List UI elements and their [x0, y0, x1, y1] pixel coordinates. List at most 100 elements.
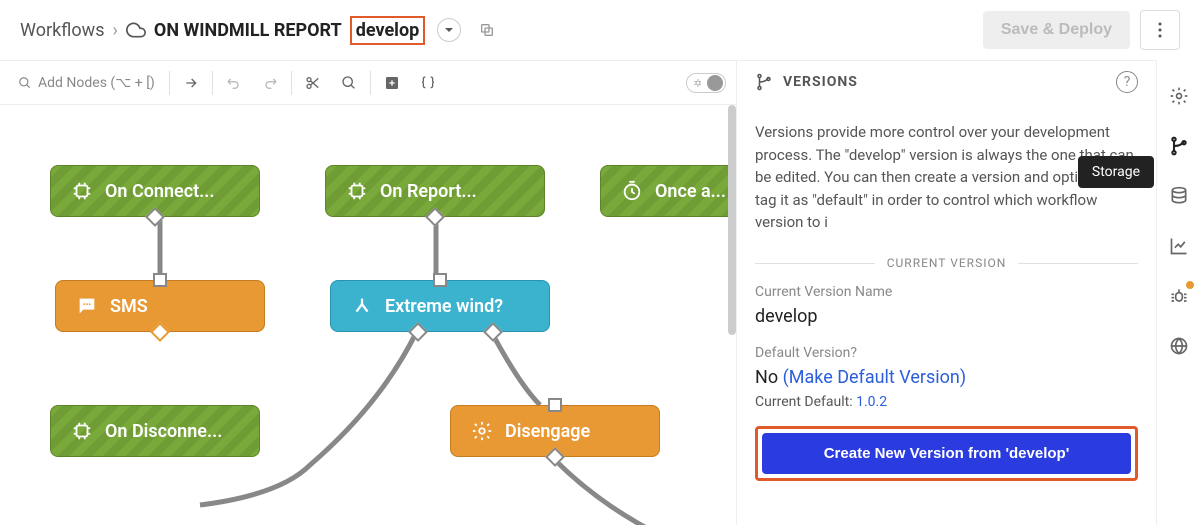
default-version-row: No (Make Default Version)	[755, 367, 1138, 388]
port-in[interactable]	[433, 273, 447, 287]
versions-panel: VERSIONS ? Versions provide more control…	[736, 60, 1156, 525]
chevron-right-icon: ›	[113, 20, 118, 41]
port-in[interactable]	[548, 398, 562, 412]
branch-icon	[755, 73, 773, 91]
globe-icon	[1169, 336, 1189, 356]
rail-globe-button[interactable]	[1167, 334, 1191, 358]
current-name-value: develop	[755, 306, 1138, 327]
search-icon	[18, 76, 32, 90]
panel-title: VERSIONS	[783, 74, 1106, 90]
rail-metrics-button[interactable]	[1167, 234, 1191, 258]
breadcrumb: Workflows › ON WINDMILL REPORT develop	[20, 16, 983, 45]
add-nodes-button[interactable]: Add Nodes (⌥ + [)	[10, 71, 163, 95]
breadcrumb-root[interactable]: Workflows	[20, 20, 105, 41]
version-tag: develop	[350, 16, 426, 45]
create-version-button[interactable]: Create New Version from 'develop'	[762, 433, 1131, 474]
braces-icon	[419, 75, 437, 91]
current-default-link[interactable]: 1.0.2	[856, 394, 887, 410]
caret-down-icon	[444, 25, 454, 35]
port-out[interactable]	[425, 207, 445, 227]
branch-icon	[1169, 136, 1189, 156]
canvas-scrollbar[interactable]	[728, 105, 736, 525]
cloud-icon	[126, 20, 146, 40]
plus-square-icon	[384, 75, 400, 91]
current-default-row: Current Default: 1.0.2	[755, 394, 1138, 410]
node-sms[interactable]: SMS	[55, 280, 265, 332]
node-once-a[interactable]: Once a...	[600, 165, 736, 217]
code-button[interactable]	[413, 68, 443, 98]
canvas-area: Add Nodes (⌥ + [)	[0, 60, 736, 525]
copy-button[interactable]	[475, 18, 499, 42]
chip-icon	[71, 420, 93, 442]
node-on-connect[interactable]: On Connect...	[50, 165, 260, 217]
gear-icon	[1169, 86, 1189, 106]
port-in[interactable]	[153, 273, 167, 287]
node-disengage[interactable]: Disengage	[450, 405, 660, 457]
rail-versions-button[interactable]	[1167, 134, 1191, 158]
section-current-version: CURRENT VERSION	[755, 256, 1138, 270]
timer-icon	[621, 180, 643, 202]
undo-button[interactable]	[219, 68, 249, 98]
chat-icon	[76, 295, 98, 317]
header: Workflows › ON WINDMILL REPORT develop S…	[0, 0, 1200, 60]
redo-icon	[262, 75, 278, 91]
chip-icon	[71, 180, 93, 202]
port-out[interactable]	[545, 447, 565, 467]
workflow-title: ON WINDMILL REPORT	[154, 20, 342, 41]
separator	[169, 71, 170, 95]
rail-debug-button[interactable]	[1167, 284, 1191, 308]
node-label: On Report...	[380, 181, 477, 202]
node-extreme-wind[interactable]: Extreme wind?	[330, 280, 550, 332]
rail-settings-button[interactable]	[1167, 84, 1191, 108]
add-button[interactable]	[377, 68, 407, 98]
default-version-value: No	[755, 367, 778, 388]
port-out[interactable]	[150, 322, 170, 342]
panel-header: VERSIONS ?	[737, 61, 1156, 103]
add-nodes-label: Add Nodes (⌥ + [)	[38, 75, 155, 91]
node-label: On Disconne...	[105, 421, 222, 442]
chart-icon	[1169, 236, 1189, 256]
canvas[interactable]: On Connect... On Report... Once a... SMS	[0, 105, 736, 525]
debug-toggle[interactable]	[686, 73, 726, 93]
help-button[interactable]: ?	[1116, 71, 1138, 93]
port-out-left[interactable]	[408, 322, 428, 342]
version-dropdown-button[interactable]	[437, 18, 461, 42]
node-label: SMS	[110, 296, 148, 317]
rail-storage-button[interactable]	[1167, 184, 1191, 208]
separator	[370, 71, 371, 95]
redo-button[interactable]	[255, 68, 285, 98]
copy-icon	[479, 22, 495, 38]
zoom-button[interactable]	[334, 68, 364, 98]
branch-icon	[351, 295, 373, 317]
node-label: On Connect...	[105, 181, 214, 202]
make-default-link[interactable]: (Make Default Version)	[783, 367, 967, 388]
create-button-highlight: Create New Version from 'develop'	[755, 426, 1138, 481]
save-deploy-button[interactable]: Save & Deploy	[983, 11, 1130, 49]
arrow-right-button[interactable]	[176, 68, 206, 98]
scrollbar-thumb[interactable]	[728, 105, 736, 335]
node-label: Disengage	[505, 421, 590, 442]
arrow-right-icon	[183, 75, 199, 91]
separator	[212, 71, 213, 95]
node-on-report[interactable]: On Report...	[325, 165, 545, 217]
bug-icon	[1169, 286, 1189, 306]
warning-badge	[1185, 280, 1195, 290]
cut-button[interactable]	[298, 68, 328, 98]
separator	[291, 71, 292, 95]
port-out-right[interactable]	[483, 322, 503, 342]
port-out[interactable]	[145, 207, 165, 227]
kebab-icon	[1158, 22, 1162, 38]
node-on-disconnect[interactable]: On Disconne...	[50, 405, 260, 457]
right-rail: Storage	[1156, 60, 1200, 525]
scissors-icon	[305, 75, 321, 91]
undo-icon	[226, 75, 242, 91]
current-default-label: Current Default:	[755, 394, 853, 410]
bug-icon	[692, 77, 704, 89]
gear-icon	[471, 420, 493, 442]
chip-icon	[346, 180, 368, 202]
magnify-icon	[341, 75, 357, 91]
more-menu-button[interactable]	[1140, 10, 1180, 50]
main: Add Nodes (⌥ + [)	[0, 60, 1200, 525]
database-icon	[1169, 186, 1189, 206]
current-name-label: Current Version Name	[755, 284, 1138, 300]
